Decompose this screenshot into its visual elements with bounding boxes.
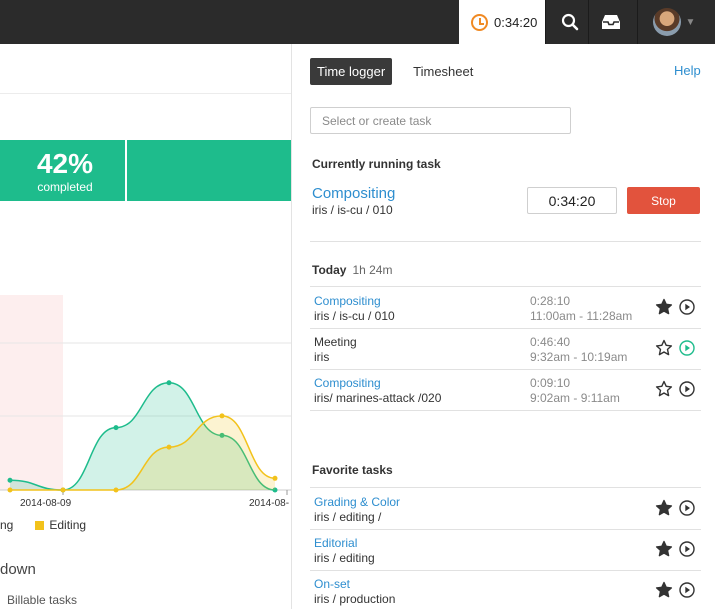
task-path: iris / is-cu / 010 (314, 309, 395, 323)
clock-icon (471, 13, 488, 31)
data-point[interactable] (272, 475, 278, 481)
task-search-input[interactable] (310, 107, 571, 134)
task-name[interactable]: Compositing (314, 376, 381, 390)
legend-label-editing: Editing (49, 518, 87, 532)
today-total: 1h 24m (352, 263, 393, 277)
today-heading: Today 1h 24m (312, 263, 392, 277)
play-icon[interactable] (679, 340, 695, 356)
task-duration: 0:09:10 (530, 376, 571, 390)
search-icon (561, 13, 579, 31)
play-icon[interactable] (679, 582, 695, 598)
completion-percent: 42% (36, 148, 94, 179)
data-point[interactable] (219, 413, 225, 419)
data-point[interactable] (113, 487, 119, 493)
task-row[interactable]: Editorial iris / editing (310, 531, 701, 572)
task-time-range: 9:32am - 10:19am (530, 350, 628, 364)
data-point[interactable] (7, 487, 13, 493)
row-divider (310, 529, 701, 530)
favorites-heading: Favorite tasks (312, 463, 393, 477)
stop-button[interactable]: Stop (627, 187, 700, 214)
play-icon[interactable] (679, 299, 695, 315)
star-outline-icon[interactable] (655, 380, 673, 398)
breakdown-heading: down (0, 561, 36, 578)
task-name[interactable]: Grading & Color (314, 495, 400, 509)
task-time-range: 11:00am - 11:28am (530, 309, 633, 323)
task-row[interactable]: Compositing iris / is-cu / 010 0:28:10 11:0… (310, 289, 701, 330)
star-filled-icon[interactable] (655, 581, 673, 599)
topbar-separator (545, 0, 546, 44)
row-divider (310, 570, 701, 571)
highlight-range (0, 295, 63, 490)
task-path: iris / production (314, 592, 396, 606)
star-filled-icon[interactable] (655, 540, 673, 558)
list-divider (310, 286, 701, 287)
task-path: iris/ marines-attack /020 (314, 391, 442, 405)
star-filled-icon[interactable] (655, 499, 673, 517)
task-row[interactable]: Grading & Color iris / editing / (310, 490, 701, 531)
x-tick-label: 2014-08- (249, 498, 289, 509)
topbar-separator (637, 0, 638, 44)
task-duration: 0:46:40 (530, 335, 571, 349)
view-tabs: Time logger Timesheet (310, 58, 480, 85)
running-task-heading: Currently running task (312, 157, 441, 171)
task-path: iris (314, 350, 330, 364)
list-divider (310, 487, 701, 488)
inbox-button[interactable] (595, 0, 627, 44)
data-point[interactable] (7, 477, 13, 483)
task-name: Meeting (314, 335, 357, 349)
task-time-range: 9:02am - 9:11am (530, 391, 620, 405)
data-point[interactable] (60, 487, 66, 493)
tasks-area-chart: 2014-08-09 2014-08- (0, 295, 291, 509)
task-path: iris / editing / (314, 510, 382, 524)
x-tick-label: 2014-08-09 (20, 498, 72, 509)
row-divider (310, 369, 701, 370)
today-label: Today (312, 263, 347, 277)
data-point[interactable] (166, 444, 172, 450)
user-menu[interactable]: ▼ (650, 0, 698, 44)
section-divider (310, 241, 701, 242)
tab-timesheet[interactable]: Timesheet (406, 58, 480, 85)
task-row[interactable]: Meeting iris 0:46:40 9:32am - 10:19am (310, 330, 701, 371)
tab-time-logger[interactable]: Time logger (310, 58, 393, 85)
chevron-down-icon: ▼ (685, 16, 696, 28)
running-task-name[interactable]: Compositing (312, 185, 395, 202)
left-header-divider (0, 93, 291, 94)
legend-swatch-editing (35, 520, 45, 530)
task-row[interactable]: Compositing iris/ marines-attack /020 0:09… (310, 371, 701, 412)
row-divider (310, 328, 701, 329)
row-divider (310, 410, 701, 411)
inbox-icon (602, 15, 620, 29)
search-button[interactable] (554, 0, 586, 44)
running-timer-chip[interactable]: 0:34:20 (459, 0, 545, 44)
billable-tasks-label: Billable tasks (7, 593, 78, 607)
task-name[interactable]: On-set (314, 577, 350, 591)
top-bar: 0:34:20 ▼ (0, 0, 715, 44)
play-icon[interactable] (679, 500, 695, 516)
running-time-field[interactable] (527, 187, 617, 214)
running-timer-text: 0:34:20 (494, 14, 538, 30)
running-task-path: iris / is-cu / 010 (312, 203, 393, 217)
task-name[interactable]: Compositing (314, 294, 381, 308)
topbar-separator (588, 0, 589, 44)
completion-label: completed (37, 180, 93, 194)
star-outline-icon[interactable] (655, 339, 673, 357)
task-duration: 0:28:10 (530, 294, 571, 308)
data-point[interactable] (113, 425, 119, 431)
task-row[interactable]: On-set iris / production (310, 572, 701, 613)
avatar (652, 8, 681, 36)
task-name[interactable]: Editorial (314, 536, 357, 550)
play-icon[interactable] (679, 541, 695, 557)
data-point[interactable] (166, 380, 172, 386)
legend-label-partial: ng (0, 518, 14, 532)
star-filled-icon[interactable] (655, 298, 673, 316)
panel-divider (291, 44, 292, 609)
chart-legend: ng Editing (0, 518, 86, 532)
task-path: iris / editing (314, 551, 375, 565)
play-icon[interactable] (679, 381, 695, 397)
help-link[interactable]: Help (674, 63, 701, 78)
